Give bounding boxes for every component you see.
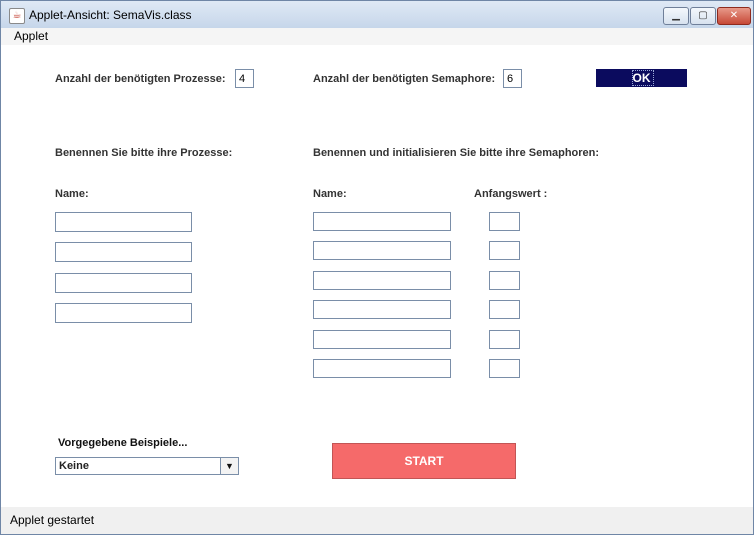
process-name-input-3[interactable] [55, 273, 192, 293]
examples-dropdown[interactable]: Keine ▼ [55, 457, 239, 475]
semaphore-name-input-5[interactable] [313, 330, 451, 349]
title-bar: ☕ Applet-Ansicht: SemaVis.class ▁ ▢ ✕ [1, 1, 753, 28]
semaphore-init-input-3[interactable] [489, 271, 520, 290]
semaphores-count-input[interactable] [503, 69, 522, 88]
status-bar: Applet gestartet [1, 507, 753, 534]
semaphore-name-input-1[interactable] [313, 212, 451, 231]
process-name-input-1[interactable] [55, 212, 192, 232]
semaphore-name-header: Name: [313, 188, 347, 200]
maximize-button[interactable]: ▢ [690, 7, 716, 25]
window-title: Applet-Ansicht: SemaVis.class [29, 8, 192, 22]
examples-selected-value: Keine [59, 460, 89, 472]
start-button[interactable]: START [332, 443, 516, 479]
close-button[interactable]: ✕ [717, 7, 751, 25]
minimize-button[interactable]: ▁ [663, 7, 689, 25]
semaphore-name-input-2[interactable] [313, 241, 451, 260]
ok-focus-ring [632, 70, 654, 86]
semaphore-init-input-1[interactable] [489, 212, 520, 231]
process-name-input-2[interactable] [55, 242, 192, 262]
processes-count-input[interactable] [235, 69, 254, 88]
semaphores-heading: Benennen und initialisieren Sie bitte ih… [313, 147, 600, 159]
semaphore-init-input-6[interactable] [489, 359, 520, 378]
process-name-header: Name: [55, 188, 89, 200]
semaphore-init-header: Anfangswert : [474, 188, 548, 200]
processes-count-label: Anzahl der benötigten Prozesse: [55, 73, 226, 85]
processes-heading: Benennen Sie bitte ihre Prozesse: [55, 147, 233, 159]
semaphore-init-input-2[interactable] [489, 241, 520, 260]
semaphore-init-input-4[interactable] [489, 300, 520, 319]
java-icon: ☕ [9, 8, 25, 24]
applet-window: ☕ Applet-Ansicht: SemaVis.class ▁ ▢ ✕ Ap… [0, 0, 754, 535]
menu-bar: Applet [1, 28, 753, 45]
semaphore-init-input-5[interactable] [489, 330, 520, 349]
examples-label: Vorgegebene Beispiele... [58, 437, 188, 449]
semaphores-count-label: Anzahl der benötigten Semaphore: [313, 73, 496, 85]
semaphore-name-input-6[interactable] [313, 359, 451, 378]
semaphore-name-input-3[interactable] [313, 271, 451, 290]
menu-applet[interactable]: Applet [14, 29, 48, 43]
semaphore-name-input-4[interactable] [313, 300, 451, 319]
chevron-down-icon[interactable]: ▼ [220, 458, 238, 474]
process-name-input-4[interactable] [55, 303, 192, 323]
applet-content: Anzahl der benötigten Prozesse: Anzahl d… [1, 45, 753, 507]
status-text: Applet gestartet [10, 513, 95, 527]
